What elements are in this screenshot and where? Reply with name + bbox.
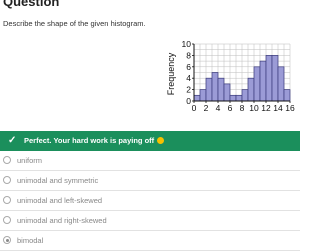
option-unimodal-right-skewed[interactable]: unimodal and right-skewed (0, 211, 300, 231)
radio-button[interactable] (3, 156, 11, 164)
option-bimodal[interactable]: bimodal (0, 231, 300, 251)
histogram-bar (217, 77, 225, 102)
x-tick-label: 6 (228, 103, 233, 113)
y-tick-label: 0 (186, 96, 191, 106)
histogram-bar (199, 89, 207, 102)
x-tick-label: 0 (192, 103, 197, 113)
histogram-bar (205, 77, 213, 102)
x-tick-label: 14 (273, 103, 283, 113)
smiley-icon (157, 137, 165, 144)
histogram-bar (223, 83, 231, 102)
histogram-bar (283, 89, 291, 102)
radio-button[interactable] (3, 176, 11, 184)
option-unimodal-symmetric[interactable]: unimodal and symmetric (0, 171, 300, 191)
y-tick-label: 4 (186, 73, 191, 83)
y-tick-label: 6 (186, 62, 191, 72)
x-tick-label: 10 (249, 103, 259, 113)
histogram-bar (193, 94, 201, 102)
histogram-bar (259, 60, 267, 102)
x-tick-label: 12 (261, 103, 271, 113)
radio-button[interactable] (3, 196, 11, 204)
feedback-message: Perfect. Your hard work is paying off (24, 136, 155, 145)
y-tick-label: 8 (186, 50, 191, 60)
option-uniform[interactable]: uniform (0, 151, 300, 171)
y-tick-label: 10 (182, 39, 192, 49)
x-tick-label: 2 (204, 103, 209, 113)
histogram-bar (235, 94, 243, 102)
radio-button-selected[interactable] (3, 236, 11, 244)
option-label: unimodal and left-skewed (17, 196, 103, 205)
histogram-chart: Frequency 0246810 0 2 4 6 8 10 12 14 16 (166, 39, 295, 113)
histogram-bar (211, 72, 219, 102)
feedback-banner: ✓ Perfect. Your hard work is paying off (0, 131, 300, 151)
option-label: uniform (17, 156, 43, 165)
question-prompt: Describe the shape of the given histogra… (3, 19, 146, 28)
x-tick-label: 8 (240, 103, 245, 113)
y-tick-label: 2 (186, 85, 191, 95)
option-unimodal-left-skewed[interactable]: unimodal and left-skewed (0, 191, 300, 211)
x-tick-label: 16 (285, 103, 295, 113)
histogram-bar (277, 66, 285, 102)
histogram-bar (241, 89, 249, 102)
histogram-bar (271, 55, 279, 102)
option-label: unimodal and right-skewed (17, 216, 107, 225)
histogram-bar (247, 77, 255, 102)
x-tick-label: 4 (216, 103, 221, 113)
radio-button[interactable] (3, 216, 11, 224)
option-label: bimodal (17, 236, 44, 245)
option-label: unimodal and symmetric (17, 176, 99, 185)
checkmark-icon: ✓ (8, 135, 17, 146)
histogram-bar (265, 55, 273, 102)
y-axis-label: Frequency (166, 52, 176, 95)
histogram-bar (253, 66, 261, 102)
question-heading: Question (3, 0, 60, 9)
histogram-bar (229, 94, 237, 102)
